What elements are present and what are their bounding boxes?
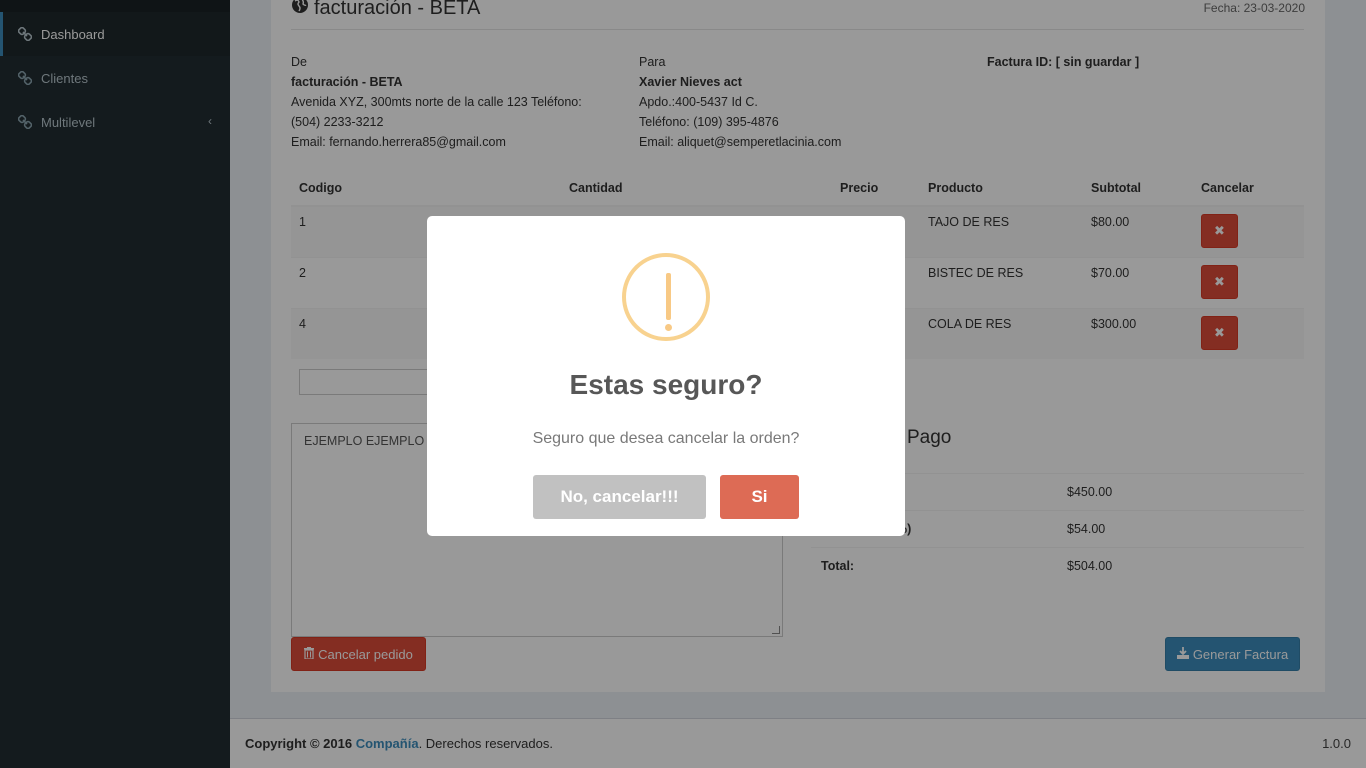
warning-icon-bar: [666, 273, 671, 320]
confirm-dialog: Estas seguro? Seguro que desea cancelar …: [427, 216, 905, 536]
warning-icon-dot: [665, 324, 672, 331]
dialog-title: Estas seguro?: [569, 369, 763, 400]
dialog-message: Seguro que desea cancelar la orden?: [532, 430, 800, 447]
warning-icon: [622, 253, 710, 341]
dialog-confirm-button[interactable]: Si: [720, 475, 799, 519]
dialog-cancel-button[interactable]: No, cancelar!!!: [533, 475, 706, 519]
